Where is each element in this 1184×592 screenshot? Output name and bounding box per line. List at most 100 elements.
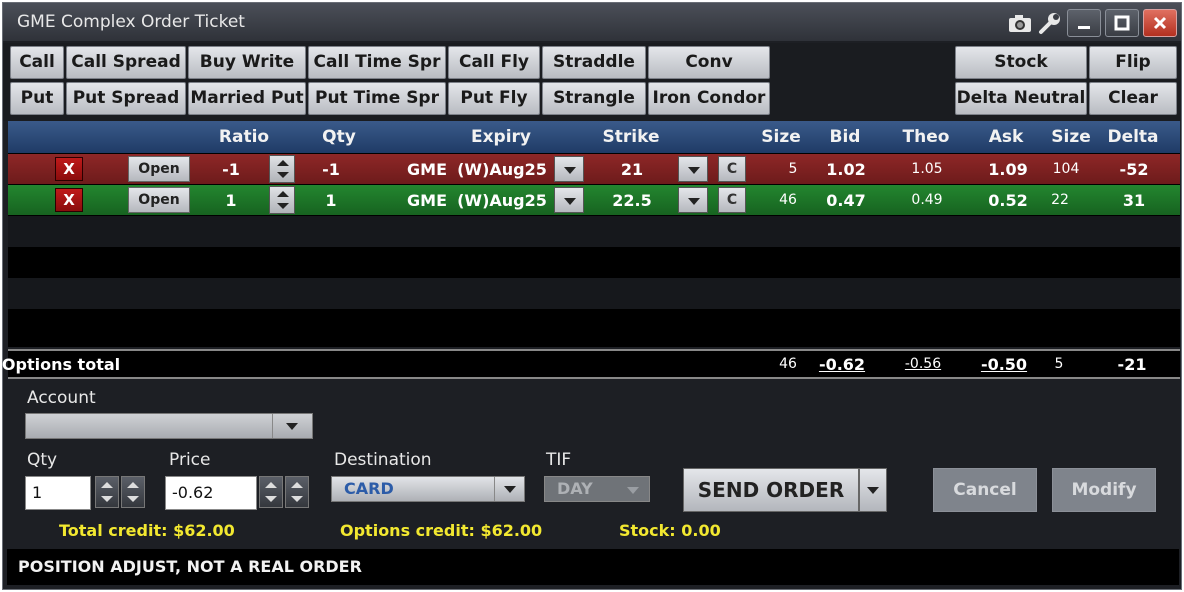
strategy-call-button[interactable]: Call bbox=[10, 46, 64, 79]
strategy-conv-button[interactable]: Conv bbox=[648, 46, 770, 79]
leg-ask-size: 22 bbox=[1051, 192, 1069, 208]
leg-bid[interactable]: 1.02 bbox=[826, 160, 865, 179]
send-order-button[interactable]: SEND ORDER bbox=[683, 468, 859, 512]
remove-leg-button[interactable]: X bbox=[55, 157, 83, 181]
flip-button[interactable]: Flip bbox=[1089, 46, 1177, 79]
send-order-options-button[interactable] bbox=[859, 468, 887, 512]
chevron-down-icon[interactable] bbox=[272, 414, 312, 438]
order-form: Account Qty 1 Price -0.62 Destination CA… bbox=[3, 381, 1181, 515]
leg-ratio[interactable]: -1 bbox=[222, 160, 240, 179]
stock-button[interactable]: Stock bbox=[955, 46, 1087, 79]
leg-bid-size: 46 bbox=[779, 192, 797, 208]
empty-leg-row[interactable] bbox=[8, 247, 1180, 278]
leg-delta: -52 bbox=[1119, 160, 1149, 179]
credit-summary: Total credit: $62.00 Options credit: $62… bbox=[3, 515, 1181, 545]
leg-qty[interactable]: 1 bbox=[325, 191, 336, 210]
expiry-dropdown[interactable] bbox=[554, 187, 584, 213]
remove-leg-button[interactable]: X bbox=[55, 188, 83, 212]
expiry-dropdown[interactable] bbox=[554, 156, 584, 182]
minimize-icon[interactable] bbox=[1067, 9, 1101, 37]
leg-qty[interactable]: -1 bbox=[322, 160, 340, 179]
header-bid-size[interactable]: Size bbox=[761, 127, 801, 147]
clear-button[interactable]: Clear bbox=[1089, 82, 1177, 115]
order-ticket-window: GME Complex Order Ticket Call Call Sprea… bbox=[2, 2, 1182, 590]
leg-symbol: GME bbox=[407, 191, 447, 210]
strategy-strangle-button[interactable]: Strangle bbox=[542, 82, 646, 115]
qty-label: Qty bbox=[27, 450, 58, 470]
empty-leg-row[interactable] bbox=[8, 278, 1180, 309]
stock-amount: Stock: 0.00 bbox=[619, 521, 721, 540]
header-theo[interactable]: Theo bbox=[903, 127, 950, 147]
strike-dropdown[interactable] bbox=[678, 156, 708, 182]
tif-dropdown[interactable]: DAY bbox=[544, 476, 650, 502]
call-put-toggle[interactable]: C bbox=[718, 187, 746, 213]
chevron-down-icon bbox=[627, 487, 639, 494]
header-expiry[interactable]: Expiry bbox=[471, 127, 531, 147]
account-label: Account bbox=[27, 388, 96, 408]
modify-button[interactable]: Modify bbox=[1052, 468, 1156, 512]
camera-icon[interactable] bbox=[1007, 10, 1033, 36]
leg-row-1[interactable]: X Open -1 -1 GME (W)Aug25 21 C 5 1.02 1.… bbox=[8, 154, 1180, 184]
header-strike[interactable]: Strike bbox=[603, 127, 660, 147]
strategy-put-spread-button[interactable]: Put Spread bbox=[66, 82, 186, 115]
strategy-straddle-button[interactable]: Straddle bbox=[542, 46, 646, 79]
ratio-stepper[interactable] bbox=[269, 186, 295, 214]
strategy-put-button[interactable]: Put bbox=[10, 82, 64, 115]
total-theo[interactable]: -0.56 bbox=[905, 356, 941, 372]
total-bid-size: 46 bbox=[779, 356, 797, 372]
wrench-icon[interactable] bbox=[1037, 10, 1063, 36]
strategy-iron-condor-button[interactable]: Iron Condor bbox=[648, 82, 770, 115]
leg-strike[interactable]: 21 bbox=[621, 160, 643, 179]
empty-leg-row[interactable] bbox=[8, 216, 1180, 247]
total-ask-size: 5 bbox=[1054, 356, 1064, 372]
empty-leg-row[interactable] bbox=[8, 309, 1180, 340]
call-put-toggle[interactable]: C bbox=[718, 156, 746, 182]
tif-label: TIF bbox=[546, 450, 572, 470]
title-bar[interactable]: GME Complex Order Ticket bbox=[3, 3, 1181, 41]
qty-step-large[interactable] bbox=[121, 476, 145, 508]
strategy-buy-write-button[interactable]: Buy Write bbox=[188, 46, 306, 79]
leg-ask[interactable]: 0.52 bbox=[988, 191, 1027, 210]
header-ask-size[interactable]: Size bbox=[1051, 127, 1091, 147]
leg-ask[interactable]: 1.09 bbox=[988, 160, 1027, 179]
leg-ratio[interactable]: 1 bbox=[225, 191, 236, 210]
strategy-put-fly-button[interactable]: Put Fly bbox=[448, 82, 540, 115]
leg-expiry[interactable]: (W)Aug25 bbox=[457, 191, 547, 210]
price-step-small[interactable] bbox=[259, 476, 283, 508]
strategy-married-put-button[interactable]: Married Put bbox=[188, 82, 306, 115]
destination-dropdown[interactable]: CARD bbox=[331, 476, 525, 502]
qty-stepper[interactable] bbox=[95, 476, 145, 508]
strategy-put-time-spread-button[interactable]: Put Time Spr bbox=[308, 82, 446, 115]
strategy-call-fly-button[interactable]: Call Fly bbox=[448, 46, 540, 79]
total-ask[interactable]: -0.50 bbox=[981, 355, 1027, 374]
account-dropdown[interactable] bbox=[25, 413, 313, 439]
cancel-button[interactable]: Cancel bbox=[933, 468, 1037, 512]
strike-dropdown[interactable] bbox=[678, 187, 708, 213]
header-bid[interactable]: Bid bbox=[830, 127, 861, 147]
header-delta[interactable]: Delta bbox=[1107, 127, 1158, 147]
leg-expiry[interactable]: (W)Aug25 bbox=[457, 160, 547, 179]
leg-delta: 31 bbox=[1122, 191, 1146, 210]
leg-bid[interactable]: 0.47 bbox=[826, 191, 865, 210]
price-step-large[interactable] bbox=[285, 476, 309, 508]
delta-neutral-button[interactable]: Delta Neutral bbox=[955, 82, 1087, 115]
header-ask[interactable]: Ask bbox=[989, 127, 1024, 147]
price-field[interactable]: -0.62 bbox=[165, 476, 257, 510]
chevron-down-icon[interactable] bbox=[494, 477, 524, 501]
strategy-call-time-spread-button[interactable]: Call Time Spr bbox=[308, 46, 446, 79]
options-credit: Options credit: $62.00 bbox=[340, 521, 543, 540]
header-ratio[interactable]: Ratio bbox=[219, 127, 269, 147]
leg-strike[interactable]: 22.5 bbox=[612, 191, 651, 210]
open-close-button[interactable]: Open bbox=[128, 156, 190, 182]
ratio-stepper[interactable] bbox=[269, 155, 295, 183]
price-stepper[interactable] bbox=[259, 476, 309, 508]
maximize-icon[interactable] bbox=[1105, 9, 1139, 37]
qty-step-small[interactable] bbox=[95, 476, 119, 508]
qty-field[interactable]: 1 bbox=[25, 476, 91, 510]
total-bid[interactable]: -0.62 bbox=[819, 355, 865, 374]
open-close-button[interactable]: Open bbox=[128, 187, 190, 213]
strategy-call-spread-button[interactable]: Call Spread bbox=[66, 46, 186, 79]
close-icon[interactable] bbox=[1143, 9, 1177, 37]
leg-row-2[interactable]: X Open 1 1 GME (W)Aug25 22.5 C 46 0.47 0… bbox=[8, 185, 1180, 215]
header-qty[interactable]: Qty bbox=[322, 127, 356, 147]
